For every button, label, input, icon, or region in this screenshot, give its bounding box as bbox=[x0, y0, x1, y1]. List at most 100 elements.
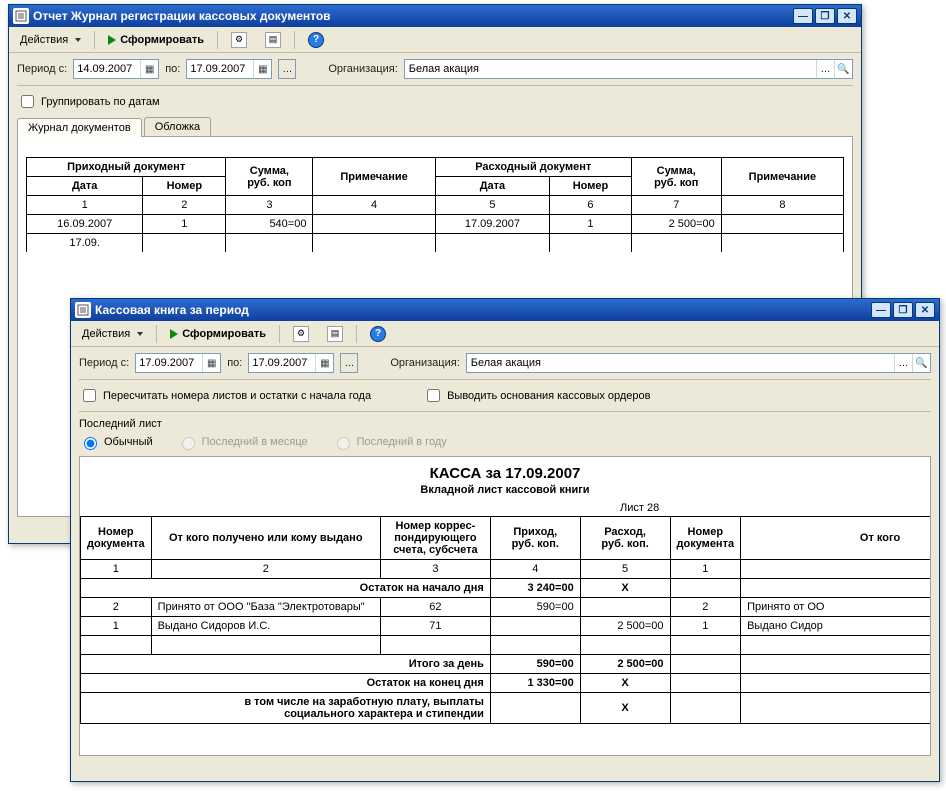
radio-month[interactable]: Последний в месяце bbox=[177, 434, 308, 450]
org-field[interactable]: … 🔍 bbox=[404, 59, 853, 79]
close-button[interactable]: ✕ bbox=[915, 302, 935, 318]
th-corr: Номер коррес- пондирующего счета, субсче… bbox=[380, 517, 490, 560]
show-basis-checkbox[interactable]: Выводить основания кассовых ордеров bbox=[423, 386, 650, 405]
group-by-dates-checkbox[interactable]: Группировать по датам bbox=[17, 92, 160, 111]
titlebar-2[interactable]: Кассовая книга за период — ❐ ✕ bbox=[71, 299, 939, 321]
org-input[interactable] bbox=[467, 354, 894, 372]
table-row: 2 Принято от ООО "База "Электротовары" 6… bbox=[81, 598, 932, 617]
org-search-button[interactable]: 🔍 bbox=[912, 354, 930, 372]
tab-journal[interactable]: Журнал документов bbox=[17, 118, 142, 137]
recalc-input[interactable] bbox=[83, 389, 96, 402]
th-out-doc: Расходный документ bbox=[435, 158, 631, 177]
th-who: От кого получено или кому выдано bbox=[151, 517, 380, 560]
chevron-down-icon bbox=[75, 38, 81, 42]
form-label: Сформировать bbox=[182, 328, 266, 340]
actions-menu[interactable]: Действия bbox=[75, 325, 150, 343]
group-by-dates-input[interactable] bbox=[21, 95, 34, 108]
actions-label: Действия bbox=[82, 328, 130, 340]
close-button[interactable]: ✕ bbox=[837, 8, 857, 24]
kassa-title: КАССА за 17.09.2007 bbox=[80, 465, 930, 482]
recalc-label: Пересчитать номера листов и остатки с на… bbox=[103, 390, 371, 402]
tabs-1: Журнал документов Обложка bbox=[17, 117, 853, 137]
gear-icon: ⚙ bbox=[293, 326, 309, 342]
form-button[interactable]: Сформировать bbox=[101, 31, 211, 49]
radio-row: Обычный Последний в месяце Последний в г… bbox=[79, 434, 931, 450]
org-input[interactable] bbox=[405, 60, 816, 78]
th-date-2: Дата bbox=[435, 177, 550, 196]
help-icon: ? bbox=[308, 32, 324, 48]
form-button[interactable]: Сформировать bbox=[163, 325, 273, 343]
calendar-icon[interactable]: ▦ bbox=[315, 354, 333, 372]
radio-normal[interactable]: Обычный bbox=[79, 434, 153, 450]
titlebar-1[interactable]: Отчет Журнал регистрации кассовых докуме… bbox=[9, 5, 861, 27]
page-icon: ▤ bbox=[327, 326, 343, 342]
kassa-header: КАССА за 17.09.2007 Вкладной лист кассов… bbox=[80, 457, 930, 500]
th-in-doc: Приходный документ bbox=[27, 158, 226, 177]
period-from-input[interactable] bbox=[136, 354, 202, 372]
report-area-2[interactable]: КАССА за 17.09.2007 Вкладной лист кассов… bbox=[79, 456, 931, 756]
period-from-label: Период с: bbox=[17, 63, 67, 75]
period-to-input[interactable] bbox=[249, 354, 315, 372]
help-icon: ? bbox=[370, 326, 386, 342]
colnum-row: 1 2 3 4 5 1 bbox=[81, 560, 932, 579]
group-by-dates-label: Группировать по датам bbox=[41, 96, 160, 108]
recalc-checkbox[interactable]: Пересчитать номера листов и остатки с на… bbox=[79, 386, 371, 405]
show-basis-input[interactable] bbox=[427, 389, 440, 402]
period-from-label: Период с: bbox=[79, 357, 129, 369]
th-note-2: Примечание bbox=[721, 158, 843, 196]
period-to-field[interactable]: ▦ bbox=[186, 59, 272, 79]
org-select-button[interactable]: … bbox=[816, 60, 834, 78]
period-picker-button[interactable]: … bbox=[278, 59, 296, 79]
colnum-row: 1 2 3 4 5 6 7 8 bbox=[27, 196, 844, 215]
radio-year[interactable]: Последний в году bbox=[332, 434, 447, 450]
org-search-button[interactable]: 🔍 bbox=[834, 60, 852, 78]
org-select-button[interactable]: … bbox=[894, 354, 912, 372]
org-field[interactable]: … 🔍 bbox=[466, 353, 931, 373]
total-row: Итого за день 590=00 2 500=00 bbox=[81, 655, 932, 674]
sheet-number: Лист 28 bbox=[80, 500, 930, 516]
tool-button-1[interactable]: ⚙ bbox=[286, 323, 316, 345]
show-basis-label: Выводить основания кассовых ордеров bbox=[447, 390, 650, 402]
last-sheet-label: Последний лист bbox=[79, 418, 931, 430]
end-balance-row: Остаток на конец дня 1 330=00 X bbox=[81, 674, 932, 693]
period-picker-button[interactable]: … bbox=[340, 353, 358, 373]
table-row: 1 Выдано Сидоров И.С. 71 2 500=00 1 Выда… bbox=[81, 617, 932, 636]
period-to-input[interactable] bbox=[187, 60, 253, 78]
th-in: Приход, руб. коп. bbox=[490, 517, 580, 560]
start-balance-row: Остаток на начало дня 3 240=00 X bbox=[81, 579, 932, 598]
period-to-label: по: bbox=[165, 63, 180, 75]
minimize-button[interactable]: — bbox=[793, 8, 813, 24]
period-to-field[interactable]: ▦ bbox=[248, 353, 334, 373]
table-row: 16.09.2007 1 540=00 17.09.2007 1 2 500=0… bbox=[27, 215, 844, 234]
th-note-1: Примечание bbox=[313, 158, 435, 196]
org-label: Организация: bbox=[390, 357, 459, 369]
calendar-icon[interactable]: ▦ bbox=[202, 354, 220, 372]
tool-button-2[interactable]: ▤ bbox=[320, 323, 350, 345]
th-num-2: Номер bbox=[550, 177, 632, 196]
tab-cover[interactable]: Обложка bbox=[144, 117, 211, 136]
period-from-field[interactable]: ▦ bbox=[73, 59, 159, 79]
maximize-button[interactable]: ❐ bbox=[893, 302, 913, 318]
tool-button-1[interactable]: ⚙ bbox=[224, 29, 254, 51]
tool-button-2[interactable]: ▤ bbox=[258, 29, 288, 51]
play-icon bbox=[108, 35, 116, 45]
th-who-2: От кого bbox=[741, 517, 931, 560]
maximize-button[interactable]: ❐ bbox=[815, 8, 835, 24]
calendar-icon[interactable]: ▦ bbox=[253, 60, 271, 78]
help-button[interactable]: ? bbox=[363, 323, 393, 345]
th-doc-num: Номер документа bbox=[81, 517, 152, 560]
window-title-1: Отчет Журнал регистрации кассовых докуме… bbox=[33, 9, 331, 23]
help-button[interactable]: ? bbox=[301, 29, 331, 51]
th-out: Расход, руб. коп. bbox=[580, 517, 670, 560]
period-from-field[interactable]: ▦ bbox=[135, 353, 221, 373]
th-sum-1: Сумма, руб. коп bbox=[226, 158, 313, 196]
kassa-sub: Вкладной лист кассовой книги bbox=[80, 484, 930, 496]
th-date-1: Дата bbox=[27, 177, 143, 196]
period-from-input[interactable] bbox=[74, 60, 140, 78]
toolbar-2: Действия Сформировать ⚙ ▤ ? bbox=[71, 321, 939, 347]
minimize-button[interactable]: — bbox=[871, 302, 891, 318]
actions-menu[interactable]: Действия bbox=[13, 31, 88, 49]
actions-label: Действия bbox=[20, 34, 68, 46]
calendar-icon[interactable]: ▦ bbox=[140, 60, 158, 78]
window-title-2: Кассовая книга за период bbox=[95, 303, 249, 317]
